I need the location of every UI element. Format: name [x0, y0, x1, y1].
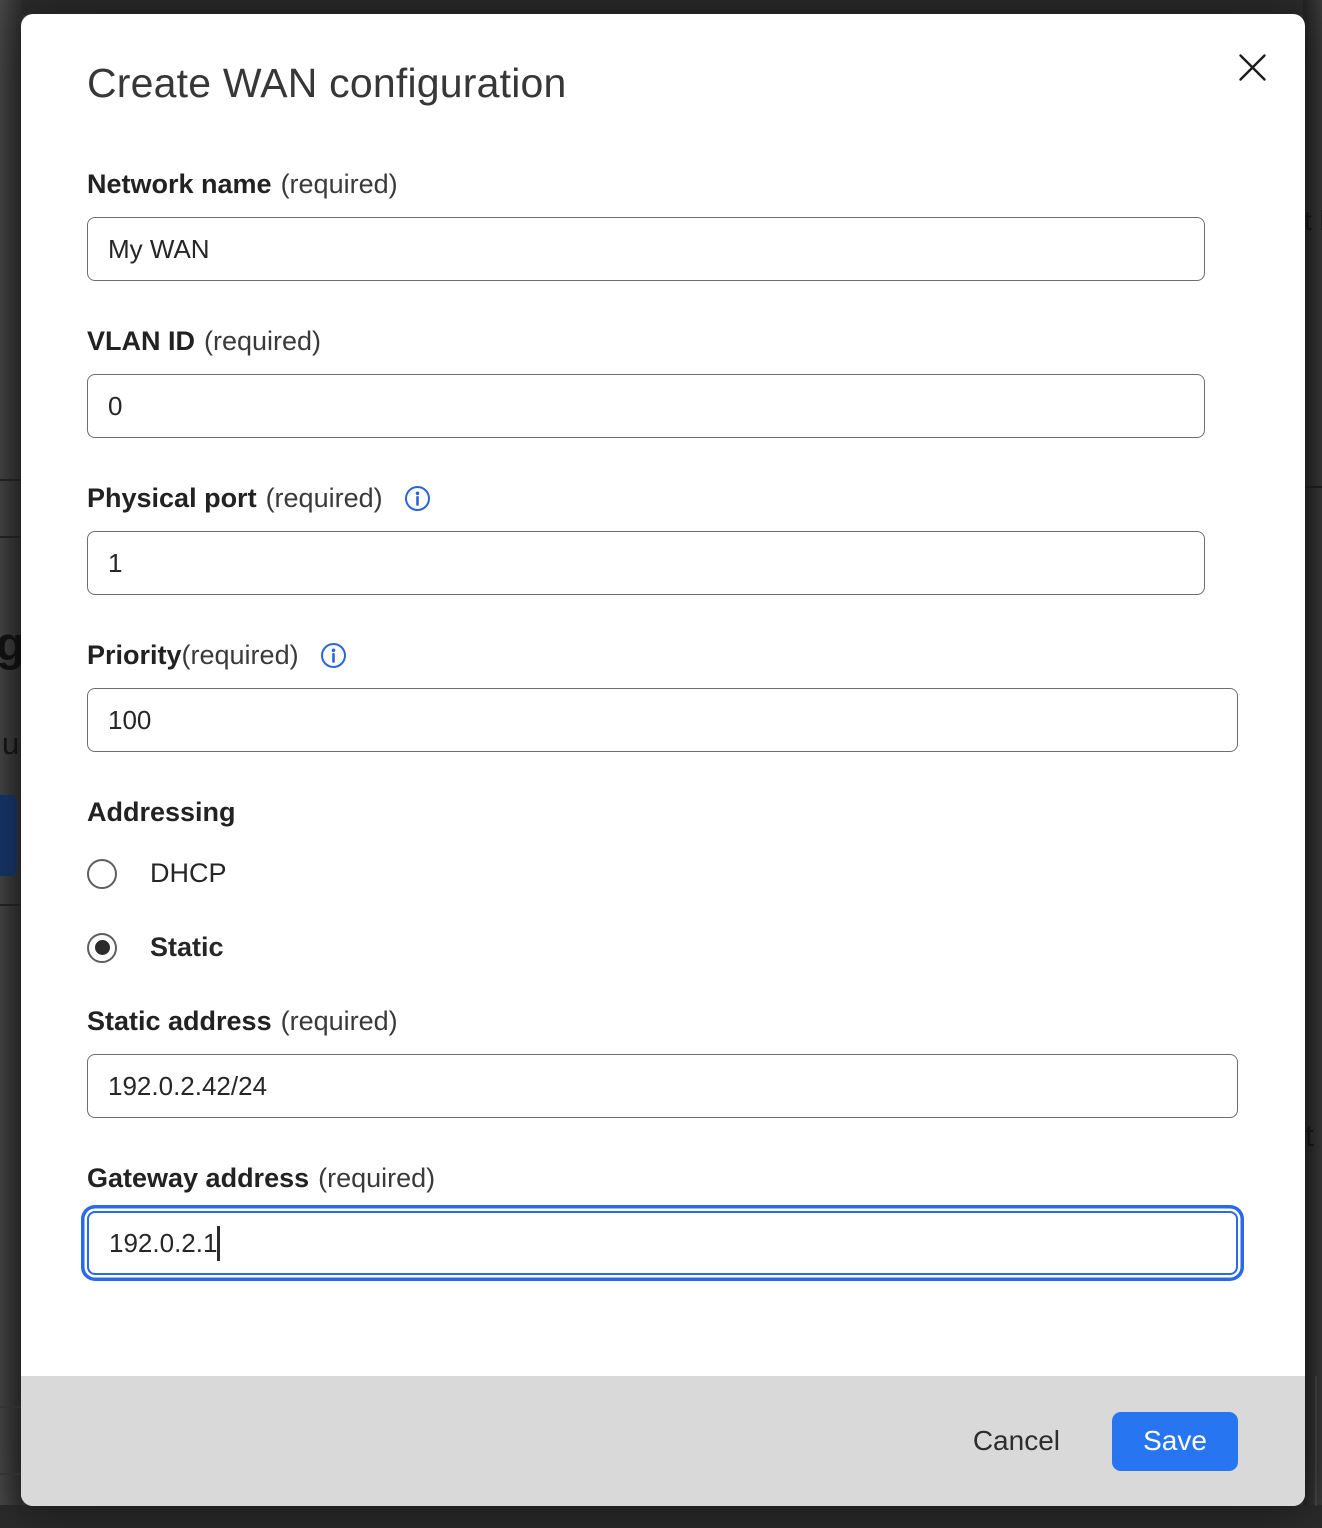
save-button[interactable]: Save: [1112, 1412, 1238, 1471]
backdrop-bottom-strip: [0, 1505, 1322, 1528]
gateway-address-input[interactable]: [87, 1211, 1238, 1275]
dialog-body: Create WAN configuration Network name (r…: [21, 14, 1305, 1376]
priority-label: Priority: [87, 640, 182, 671]
network-name-input[interactable]: [87, 217, 1205, 281]
create-wan-dialog: Create WAN configuration Network name (r…: [21, 14, 1305, 1506]
backdrop-left-strip: [0, 0, 22, 1528]
physical-port-input[interactable]: [87, 531, 1205, 595]
vlan-id-input[interactable]: [87, 374, 1205, 438]
addressing-heading: Addressing: [87, 797, 1239, 828]
backdrop-table-line: [0, 479, 22, 481]
dialog-title: Create WAN configuration: [87, 60, 1239, 107]
text-cursor: [217, 1226, 220, 1261]
close-button[interactable]: [1235, 52, 1269, 86]
radio-option-static[interactable]: Static: [87, 932, 1239, 963]
field-gateway-address: Gateway address (required): [87, 1163, 1239, 1275]
network-name-label: Network name: [87, 169, 272, 200]
field-physical-port: Physical port (required): [87, 483, 1239, 595]
static-address-input[interactable]: [87, 1054, 1238, 1118]
field-priority: Priority (required): [87, 640, 1239, 752]
field-static-address: Static address (required): [87, 1006, 1239, 1118]
dhcp-radio-label: DHCP: [150, 858, 227, 889]
gateway-address-label: Gateway address: [87, 1163, 309, 1194]
dialog-footer: Cancel Save: [21, 1376, 1305, 1506]
field-network-name: Network name (required): [87, 169, 1239, 281]
info-icon[interactable]: [320, 642, 347, 669]
priority-input[interactable]: [87, 688, 1238, 752]
addressing-group: Addressing DHCP Static: [87, 797, 1239, 963]
required-hint: (required): [318, 1163, 435, 1194]
backdrop-top-strip: [0, 0, 1322, 15]
radio-unselected-icon: [87, 859, 117, 889]
backdrop-blue-button-fragment: [0, 795, 17, 876]
close-icon: [1237, 52, 1268, 86]
backdrop-table-line: [1303, 486, 1322, 488]
static-radio-label: Static: [150, 932, 224, 963]
info-icon[interactable]: [404, 485, 431, 512]
required-hint: (required): [281, 169, 398, 200]
required-hint: (required): [266, 483, 383, 514]
radio-selected-icon: [87, 933, 117, 963]
physical-port-label: Physical port: [87, 483, 257, 514]
radio-option-dhcp[interactable]: DHCP: [87, 858, 1239, 889]
backdrop-text-fragment: u: [2, 726, 19, 762]
cancel-button[interactable]: Cancel: [973, 1425, 1060, 1457]
required-hint: (required): [204, 326, 321, 357]
backdrop-table-line: [0, 536, 22, 538]
gateway-address-input-wrap: [87, 1211, 1239, 1275]
static-address-label: Static address: [87, 1006, 272, 1037]
backdrop-table-line: [0, 904, 22, 906]
backdrop-text-fragment: t: [1305, 1118, 1314, 1154]
required-hint: (required): [281, 1006, 398, 1037]
field-vlan-id: VLAN ID (required): [87, 326, 1239, 438]
backdrop-table-line: [0, 1406, 22, 1408]
required-hint: (required): [182, 640, 299, 671]
vlan-id-label: VLAN ID: [87, 326, 195, 357]
backdrop-text-fragment: t l: [1304, 205, 1322, 237]
backdrop-table-line: [0, 1473, 22, 1475]
backdrop-table-line: [1315, 1376, 1317, 1506]
